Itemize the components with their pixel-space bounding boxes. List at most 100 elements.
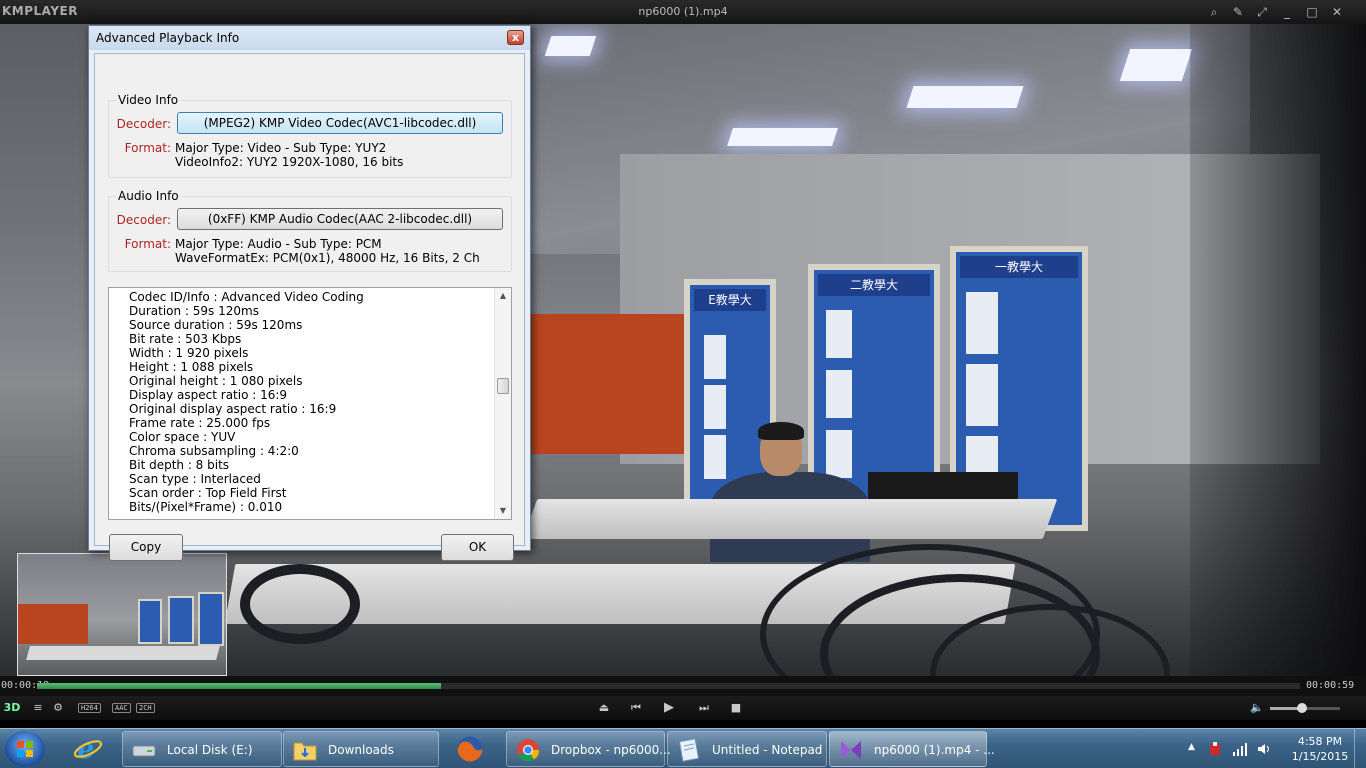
video-info-group: Video Info Decoder: (MPEG2) KMP Video Co… [108,93,512,178]
scene-panel-title: E教學大 [694,289,766,311]
audio-codec-tag: AAC [112,703,131,713]
taskbar-item-downloads[interactable]: Downloads [283,731,439,767]
chrome-icon [517,739,540,762]
detail-line: Display aspect ratio : 16:9 [129,388,288,402]
media-details-text: Codec ID/Info : Advanced Video Coding Du… [129,290,364,514]
thumb-panel [198,592,224,646]
advanced-playback-info-dialog: Advanced Playback Info x Video Info Deco… [88,25,531,561]
scene-cable [240,564,360,644]
notepad-icon [678,738,700,762]
volume-icon[interactable]: 🔈 [1249,700,1265,716]
tray-app-icon[interactable] [1208,741,1224,757]
tray-expand-icon[interactable]: ▲ [1188,742,1195,752]
taskbar-item-label: Downloads [328,743,394,757]
ok-button[interactable]: OK [441,534,514,561]
search-icon[interactable]: ⌕ [1203,3,1225,21]
detail-line: Scan type : Interlaced [129,472,261,486]
detail-line: Bits/(Pixel*Frame) : 0.010 [129,500,283,514]
thumb-orange-wall [18,604,88,644]
detail-line: Color space : YUV [129,430,236,444]
detail-line: Original display aspect ratio : 16:9 [129,402,337,416]
scene-light [1119,49,1193,81]
taskbar-item-label: Local Disk (E:) [167,743,253,757]
taskbar-item-kmplayer[interactable]: np6000 (1).mp4 - ... [829,731,995,767]
media-details-list[interactable]: Codec ID/Info : Advanced Video Coding Du… [108,287,512,520]
3d-button[interactable]: 3D [2,700,22,716]
detail-line: Scan order : Top Field First [129,486,287,500]
scroll-down-icon[interactable]: ▼ [495,503,511,519]
drive-icon [132,745,156,757]
eject-icon[interactable]: ⏏ [596,700,612,716]
taskbar-item-label: np6000 (1).mp4 - ... [874,743,995,757]
taskbar-item-notepad[interactable]: Untitled - Notepad [667,731,827,767]
screen: KMPLAYER np6000 (1).mp4 ⌕ ✎ ⤢ _ □ ✕ E教學大… [0,0,1366,768]
video-format-label: Format: [124,141,171,155]
scroll-up-icon[interactable]: ▲ [495,288,511,304]
audio-decoder-button[interactable]: (0xFF) KMP Audio Codec(AAC 2-libcodec.dl… [177,208,503,230]
taskbar: e Local Disk (E:) Downloads Dropbox - np… [0,728,1366,768]
thumb-panel [138,599,162,644]
detail-line: Duration : 59s 120ms [129,304,259,318]
taskbar-clock[interactable]: 4:58 PM 1/15/2015 [1290,734,1350,764]
taskbar-item-dropbox[interactable]: Dropbox - np6000... [506,731,671,767]
close-button[interactable]: ✕ [1326,3,1348,21]
dialog-title: Advanced Playback Info [96,31,240,45]
copy-button[interactable]: Copy [109,534,183,561]
taskbar-item-label: Untitled - Notepad [712,743,823,757]
folder-icon [293,742,317,761]
audio-info-group: Audio Info Decoder: (0xFF) KMP Audio Cod… [108,189,512,272]
next-icon[interactable]: ⏭ [696,700,712,716]
speaker-icon[interactable] [1256,741,1272,757]
video-codec-tag: H264 [78,703,101,713]
firefox-button[interactable] [446,731,496,767]
maximize-button[interactable]: □ [1301,3,1323,21]
start-button[interactable] [5,731,45,767]
scroll-thumb[interactable] [497,378,509,394]
thumb-table [26,646,220,660]
volume-slider[interactable] [1270,703,1340,713]
audio-info-label: Audio Info [116,189,181,203]
detail-line: Source duration : 59s 120ms [129,318,303,332]
video-decoder-button[interactable]: (MPEG2) KMP Video Codec(AVC1-libcodec.dl… [177,112,503,134]
taskbar-item-local-disk[interactable]: Local Disk (E:) [122,731,282,767]
dialog-titlebar[interactable]: Advanced Playback Info x [89,26,530,50]
playlist-icon[interactable]: ≡ [30,700,46,716]
details-scrollbar[interactable]: ▲ ▼ [494,288,511,519]
detail-line: Codec ID/Info : Advanced Video Coding [129,290,364,304]
audio-format-label: Format: [124,237,171,251]
previous-icon[interactable]: ⏮ [628,700,644,716]
scene-panel-title: 二教學大 [818,274,930,296]
pin-icon[interactable]: ✎ [1227,3,1249,21]
channels-tag: 2CH [136,703,155,713]
control-bar: 3D ≡ ⚙ H264 AAC 2CH ⏏ ⏮ ▶ ⏭ ■ 🔈 [0,696,1366,720]
detail-line: Bit depth : 8 bits [129,458,230,472]
play-icon[interactable]: ▶ [661,700,677,716]
settings-gear-icon[interactable]: ⚙ [50,700,66,716]
volume-knob[interactable] [1296,703,1307,713]
clock-time: 4:58 PM [1297,735,1343,748]
scene-foreground [1190,24,1366,676]
scene-panel-tile [826,370,852,418]
scene-panel-tile [966,292,998,354]
scene-panel-tile [966,364,998,426]
scene-table [522,499,1058,539]
network-signal-icon[interactable] [1232,741,1248,757]
scene-light [544,36,597,56]
audio-decoder-label: Decoder: [116,213,171,227]
svg-text:e: e [77,734,94,765]
show-desktop-button[interactable] [1354,729,1366,768]
thumb-panel [168,596,194,644]
fullscreen-icon[interactable]: ⤢ [1251,3,1273,21]
detail-line: Bit rate : 503 Kbps [129,332,242,346]
dialog-close-button[interactable]: x [507,30,524,45]
taskbar-item-label: Dropbox - np6000... [551,743,671,757]
internet-explorer-button[interactable]: e [64,731,114,767]
detail-line: Width : 1 920 pixels [129,346,249,360]
detail-line: Original height : 1 080 pixels [129,374,303,388]
seek-track[interactable] [37,683,1300,689]
kmplayer-icon [841,741,861,759]
preview-thumbnail[interactable] [17,553,227,676]
stop-icon[interactable]: ■ [728,700,744,716]
minimize-button[interactable]: _ [1276,3,1298,21]
detail-line: Frame rate : 25.000 fps [129,416,271,430]
